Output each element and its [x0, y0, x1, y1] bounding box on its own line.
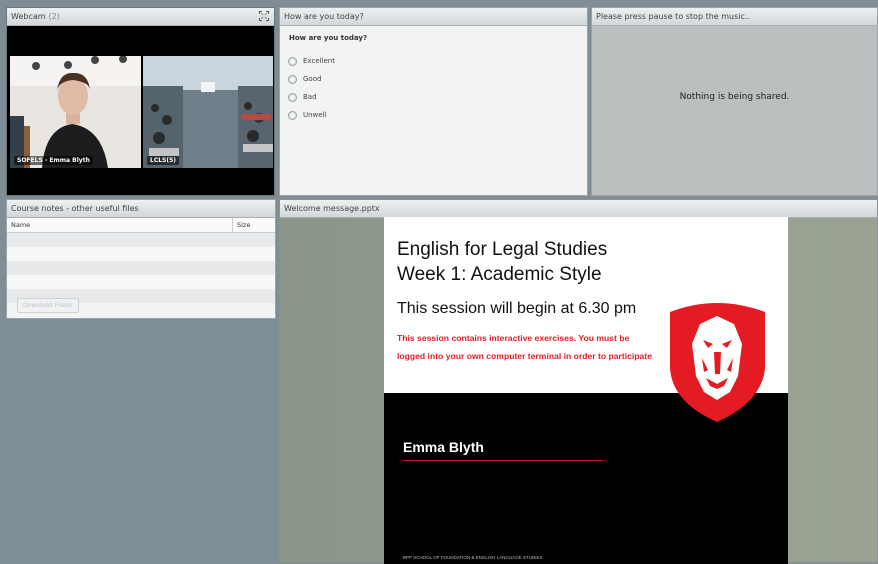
file-list-empty-row — [7, 247, 275, 261]
file-list-empty-row — [7, 233, 275, 247]
webcam-count: (2) — [48, 12, 60, 21]
column-header-name[interactable]: Name — [7, 218, 233, 232]
share-status-message: Nothing is being shared. — [679, 92, 790, 102]
presentation-slide[interactable]: English for Legal Studies Week 1: Academ… — [384, 217, 788, 564]
webcam-pod: Webcam (2) SOFELS - Emma Blyth LCLS(5) — [6, 7, 275, 196]
files-pod-title: Course notes - other useful files — [7, 200, 275, 218]
share-pod: Please press pause to stop the music.. N… — [591, 7, 878, 196]
radio-button[interactable] — [288, 92, 297, 102]
poll-option-bad[interactable]: Bad — [288, 88, 587, 106]
slide-heading: English for Legal Studies Week 1: Academ… — [397, 237, 607, 287]
file-list-empty-row — [7, 261, 275, 275]
files-pod: Course notes - other useful files Name S… — [6, 199, 276, 319]
webcam-stream-label: SOFELS - Emma Blyth — [14, 156, 93, 165]
file-list-header: Name Size — [7, 218, 275, 233]
poll-option-good[interactable]: Good — [288, 70, 587, 88]
presentation-pod: Welcome message.pptx English for Legal S… — [279, 199, 878, 564]
poll-option-label: Good — [303, 75, 322, 83]
column-header-size[interactable]: Size — [233, 218, 275, 232]
slide-presenter-name: Emma Blyth — [403, 439, 484, 455]
fullscreen-icon[interactable] — [259, 11, 269, 21]
radio-button[interactable] — [288, 56, 297, 66]
file-list-empty-row — [7, 275, 275, 289]
presenter-underline — [403, 460, 603, 461]
webcam-title: Webcam — [11, 12, 46, 21]
poll-option-label: Bad — [303, 93, 317, 101]
radio-button[interactable] — [288, 110, 297, 120]
slide-session-time: This session will begin at 6.30 pm — [397, 300, 637, 317]
presentation-pod-title: Welcome message.pptx — [280, 200, 877, 218]
radio-button[interactable] — [288, 74, 297, 84]
slide-footer: BPP SCHOOL OF FOUNDATION & ENGLISH LANGU… — [403, 555, 543, 560]
slide-heading-line1: English for Legal Studies — [397, 239, 608, 260]
poll-option-label: Unwell — [303, 111, 327, 119]
poll-option-label: Excellent — [303, 57, 335, 65]
webcam-stream-classroom[interactable]: LCLS(5) — [143, 56, 273, 168]
share-pod-title: Please press pause to stop the music.. — [592, 8, 877, 26]
webcam-stream-label: LCLS(5) — [147, 156, 180, 165]
poll-pod-title: How are you today? — [280, 8, 587, 26]
poll-pod: How are you today? How are you today? Ex… — [279, 7, 588, 196]
poll-option-unwell[interactable]: Unwell — [288, 106, 587, 124]
poll-option-excellent[interactable]: Excellent — [288, 52, 587, 70]
webcam-video-classroom — [143, 56, 273, 168]
slide-notice: This session contains interactive exerci… — [397, 333, 652, 361]
lion-shield-logo — [670, 303, 765, 422]
webcam-video-presenter — [10, 56, 141, 168]
webcam-stream-presenter[interactable]: SOFELS - Emma Blyth — [10, 56, 141, 168]
download-files-button[interactable]: Download File(s) — [17, 298, 79, 313]
webcam-pod-title: Webcam (2) — [7, 8, 274, 26]
file-list[interactable] — [7, 233, 275, 303]
poll-question: How are you today? — [289, 34, 368, 42]
slide-heading-line2: Week 1: Academic Style — [397, 264, 602, 285]
